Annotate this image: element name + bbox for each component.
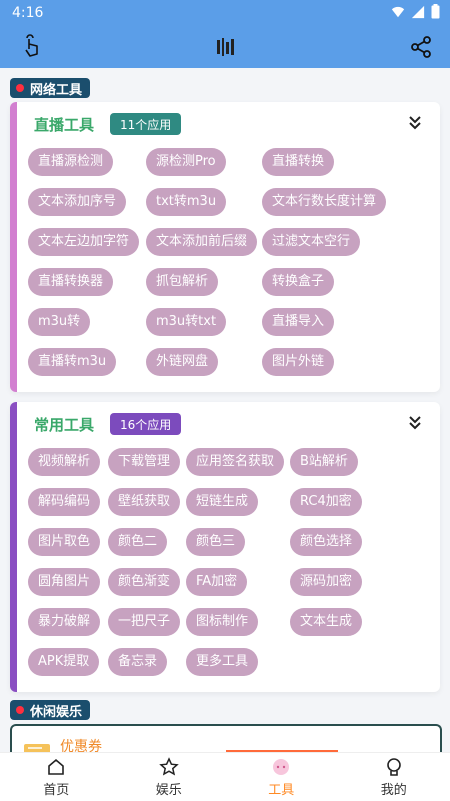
tool-chip[interactable]: FA加密	[186, 568, 247, 596]
tool-chip[interactable]: 短链生成	[186, 488, 258, 516]
tool-chip[interactable]: 文本添加序号	[28, 188, 126, 216]
app-bar	[0, 26, 450, 68]
wifi-icon	[391, 5, 405, 19]
status-bar: 4:16	[0, 0, 450, 26]
tab-profile[interactable]: 我的	[338, 753, 450, 801]
tool-chip[interactable]: 图标制作	[186, 608, 258, 636]
tools-icon	[271, 757, 291, 777]
tool-chip[interactable]: 直播转换器	[28, 268, 113, 296]
common-tools-card: 常用工具 16个应用 视频解析下载管理应用签名获取B站解析解码编码壁纸获取短链生…	[10, 402, 440, 692]
tool-chip[interactable]: 颜色渐变	[108, 568, 180, 596]
collapse-chevrons-icon[interactable]	[406, 414, 424, 432]
tool-chip[interactable]: txt转m3u	[146, 188, 226, 216]
tool-chip[interactable]: 直播源检测	[28, 148, 113, 176]
tool-chip[interactable]: 文本添加前后缀	[146, 228, 257, 256]
tool-chip[interactable]: 解码编码	[28, 488, 100, 516]
tool-chip[interactable]: B站解析	[290, 448, 358, 476]
home-icon	[46, 757, 66, 777]
profile-icon	[384, 757, 404, 777]
battery-icon	[431, 4, 440, 19]
tab-label: 工具	[268, 779, 294, 798]
tool-chip[interactable]: 备忘录	[108, 648, 167, 676]
share-icon[interactable]	[410, 36, 432, 58]
tap-hand-icon[interactable]	[18, 34, 44, 60]
live-tools-card: 直播工具 11个应用 直播源检测源检测Pro直播转换文本添加序号txt转m3u文…	[10, 102, 440, 392]
tool-chip[interactable]: 壁纸获取	[108, 488, 180, 516]
status-time: 4:16	[12, 5, 43, 21]
tab-home[interactable]: 首页	[0, 753, 113, 801]
section-title: 网络工具	[30, 79, 82, 98]
tool-chip[interactable]: 文本左边加字符	[28, 228, 139, 256]
tool-chip[interactable]: m3u转txt	[146, 308, 226, 336]
tab-label: 娱乐	[156, 779, 182, 798]
tool-chip[interactable]: 视频解析	[28, 448, 100, 476]
tool-chip[interactable]: 抓包解析	[146, 268, 218, 296]
tool-chip[interactable]: m3u转	[28, 308, 90, 336]
app-logo-icon	[215, 36, 237, 58]
tool-chip[interactable]: RC4加密	[290, 488, 362, 516]
tool-chip[interactable]: 一把尺子	[108, 608, 180, 636]
tool-chip[interactable]: 直播导入	[262, 308, 334, 336]
tool-chip[interactable]: 下载管理	[108, 448, 180, 476]
tool-chip[interactable]: 转换盒子	[262, 268, 334, 296]
tab-label: 首页	[43, 779, 69, 798]
section-tag-network: 网络工具	[10, 78, 90, 98]
accent-bar	[10, 402, 17, 692]
tool-chip[interactable]: 暴力破解	[28, 608, 100, 636]
app-count-badge: 11个应用	[110, 113, 181, 135]
tool-chip[interactable]: 过滤文本空行	[262, 228, 360, 256]
tool-chip[interactable]: 直播转m3u	[28, 348, 116, 376]
card-title: 直播工具	[34, 114, 94, 135]
tool-chip[interactable]: 源码加密	[290, 568, 362, 596]
collapse-chevrons-icon[interactable]	[406, 114, 424, 132]
section-title: 休闲娱乐	[30, 701, 82, 720]
tool-chip[interactable]: 源检测Pro	[146, 148, 226, 176]
star-icon	[159, 757, 179, 777]
tab-entertainment[interactable]: 娱乐	[113, 753, 226, 801]
tool-chip[interactable]: 颜色二	[108, 528, 167, 556]
tool-chip[interactable]: 文本行数长度计算	[262, 188, 386, 216]
signal-icon	[411, 5, 425, 19]
tool-chip[interactable]: 更多工具	[186, 648, 258, 676]
tool-chip[interactable]: 圆角图片	[28, 568, 100, 596]
tab-label: 我的	[381, 779, 407, 798]
tool-chip[interactable]: 直播转换	[262, 148, 334, 176]
card-title: 常用工具	[34, 414, 94, 435]
tool-chip[interactable]: 颜色三	[186, 528, 245, 556]
app-count-badge: 16个应用	[110, 413, 181, 435]
accent-bar	[10, 102, 17, 392]
tab-tools[interactable]: 工具	[225, 753, 338, 801]
tool-chip[interactable]: 外链网盘	[146, 348, 218, 376]
red-dot-icon	[16, 706, 24, 714]
bottom-tab-bar: 首页 娱乐 工具 我的	[0, 752, 450, 801]
tool-chip[interactable]: APK提取	[28, 648, 99, 676]
tool-chip[interactable]: 文本生成	[290, 608, 362, 636]
tool-chip[interactable]: 颜色选择	[290, 528, 362, 556]
tool-chip[interactable]: 图片取色	[28, 528, 100, 556]
tool-chip[interactable]: 图片外链	[262, 348, 334, 376]
red-dot-icon	[16, 84, 24, 92]
section-tag-leisure: 休闲娱乐	[10, 700, 90, 720]
tool-chip[interactable]: 应用签名获取	[186, 448, 284, 476]
